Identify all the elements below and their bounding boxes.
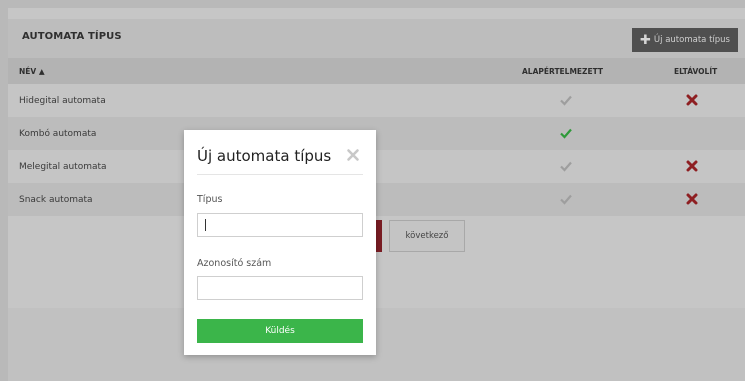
remove-icon[interactable] bbox=[686, 94, 698, 106]
table-header: NÉV ▲ ALAPÉRTELMEZETT ELTÁVOLÍT bbox=[8, 58, 745, 84]
column-header-name[interactable]: NÉV ▲ bbox=[19, 67, 45, 76]
check-icon bbox=[560, 128, 572, 139]
remove-icon[interactable] bbox=[686, 193, 698, 205]
row-name: Hidegital automata bbox=[19, 96, 106, 106]
id-number-input[interactable] bbox=[197, 276, 363, 300]
card-header: AUTOMATA TÍPUS ✚ Új automata típus bbox=[8, 19, 745, 58]
page-backdrop: AUTOMATA TÍPUS ✚ Új automata típus NÉV ▲… bbox=[8, 8, 745, 381]
text-caret bbox=[205, 219, 206, 231]
type-label: Típus bbox=[197, 194, 223, 205]
column-header-default: ALAPÉRTELMEZETT bbox=[522, 67, 604, 76]
plus-icon: ✚ bbox=[640, 32, 651, 48]
new-automata-type-button[interactable]: ✚ Új automata típus bbox=[632, 28, 738, 52]
modal-title: Új automata típus bbox=[197, 147, 332, 165]
row-name: Kombó automata bbox=[19, 129, 97, 139]
automata-types-card: AUTOMATA TÍPUS ✚ Új automata típus NÉV ▲… bbox=[8, 8, 745, 308]
page-title: AUTOMATA TÍPUS bbox=[22, 31, 122, 42]
column-header-remove: ELTÁVOLÍT bbox=[674, 67, 718, 76]
id-number-label: Azonosító szám bbox=[197, 258, 272, 269]
new-automata-type-modal: Új automata típus Típus Azonosító szám K… bbox=[184, 130, 376, 355]
pager-next-button[interactable]: következő bbox=[389, 220, 465, 252]
check-icon bbox=[560, 95, 572, 106]
modal-divider bbox=[197, 174, 363, 175]
submit-button[interactable]: Küldés bbox=[197, 319, 363, 343]
table-row: Hidegital automata bbox=[8, 84, 745, 117]
row-name: Snack automata bbox=[19, 195, 93, 205]
row-name: Melegital automata bbox=[19, 162, 107, 172]
check-icon bbox=[560, 161, 572, 172]
check-icon bbox=[560, 194, 572, 205]
table-row: Snack automata bbox=[8, 183, 745, 216]
table-row: Kombó automata bbox=[8, 117, 745, 150]
type-input[interactable] bbox=[197, 213, 363, 237]
new-automata-type-label: Új automata típus bbox=[653, 35, 730, 45]
close-icon[interactable] bbox=[346, 148, 360, 162]
table-row: Melegital automata bbox=[8, 150, 745, 183]
remove-icon[interactable] bbox=[686, 160, 698, 172]
